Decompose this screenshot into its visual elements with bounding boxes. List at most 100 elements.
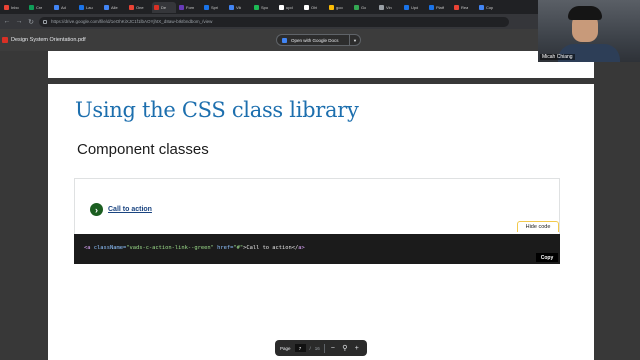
- tab-favicon-icon: [254, 4, 259, 10]
- code-open-tag: <a: [84, 245, 91, 251]
- reload-icon[interactable]: ↻: [27, 18, 35, 26]
- browser-tab[interactable]: Rea: [452, 2, 476, 13]
- tab-favicon-icon: [79, 4, 84, 10]
- tab-favicon-icon: [179, 4, 184, 10]
- pdf-file-name: Design System Orientation.pdf: [11, 37, 86, 43]
- copy-button[interactable]: Copy: [536, 253, 558, 262]
- section-heading: Component classes: [77, 141, 209, 158]
- tab-label: Go: [361, 4, 367, 10]
- browser-tab[interactable]: One: [127, 2, 151, 13]
- tab-label: Vin: [386, 4, 392, 10]
- tab-favicon-icon: [29, 4, 34, 10]
- chevron-down-icon[interactable]: ▼: [349, 35, 360, 45]
- tab-favicon-icon: [154, 4, 159, 10]
- call-to-action-label: Call to action: [108, 206, 152, 213]
- tab-label: Spo: [261, 4, 269, 10]
- tab-favicon-icon: [54, 4, 59, 10]
- code-class-attr: className=: [93, 245, 127, 251]
- tab-label: Spri: [211, 4, 219, 10]
- browser-tab[interactable]: goo: [327, 2, 351, 13]
- browser-tab[interactable]: Cre: [27, 2, 51, 13]
- page-title: Using the CSS class library: [75, 98, 359, 122]
- tab-favicon-icon: [379, 4, 384, 10]
- arrow-right-circle-icon: ›: [90, 203, 103, 216]
- total-pages: 16: [314, 345, 320, 351]
- tab-favicon-icon: [479, 4, 484, 10]
- browser-tab[interactable]: De: [152, 1, 176, 13]
- tab-label: Ad: [61, 4, 66, 10]
- previous-page: [48, 51, 594, 78]
- lock-icon: [43, 19, 47, 24]
- browser-tab[interactable]: Cop: [477, 2, 501, 13]
- zoom-out-icon[interactable]: −: [329, 345, 337, 352]
- browser-tab[interactable]: Inbo: [2, 2, 26, 13]
- open-with-google-docs-button[interactable]: Open with Google Docs ▼: [276, 34, 361, 46]
- browser-tab[interactable]: Lau: [77, 2, 101, 13]
- tab-label: Cop: [486, 4, 494, 10]
- call-to-action-link[interactable]: › Call to action: [90, 203, 152, 216]
- page-label: Page: [280, 345, 291, 351]
- divider: [323, 343, 325, 353]
- url-text: https://drive.google.com/file/d/1eOhKiXJ…: [51, 19, 213, 24]
- page-separator: /: [309, 345, 311, 351]
- tab-favicon-icon: [279, 4, 284, 10]
- browser-tab[interactable]: Vin: [377, 2, 401, 13]
- browser-tab[interactable]: Oht: [302, 2, 326, 13]
- pdf-page: Using the CSS class library Component cl…: [48, 84, 594, 360]
- tab-label: Inbo: [11, 4, 19, 10]
- tab-label: Cre: [36, 4, 43, 10]
- tab-favicon-icon: [204, 4, 209, 10]
- browser-tab[interactable]: Alle: [102, 2, 126, 13]
- tab-label: Vik: [236, 4, 242, 10]
- zoom-in-icon[interactable]: +: [353, 345, 361, 352]
- participant-hair: [568, 6, 602, 20]
- tab-label: Lau: [86, 4, 93, 10]
- browser-tab[interactable]: Spo: [252, 2, 276, 13]
- browser-tab[interactable]: upd: [277, 2, 301, 13]
- tab-label: One: [136, 4, 144, 10]
- browser-tab[interactable]: Forn: [177, 2, 201, 13]
- tab-list: Inbo Cre Ad Lau Alle One De Forn Spri Vik Spo upd Oh…: [2, 1, 501, 13]
- code-href-value: "#": [233, 245, 244, 251]
- back-icon[interactable]: ←: [3, 18, 11, 25]
- tab-favicon-icon: [454, 4, 459, 10]
- page-controls: Page 7 / 16 − ⚲ +: [275, 340, 367, 356]
- participant-name: Micah Chiang: [540, 54, 575, 60]
- tab-favicon-icon: [229, 4, 234, 10]
- tab-label: Platf: [436, 4, 445, 10]
- pdf-file-icon: [2, 37, 8, 43]
- tab-favicon-icon: [404, 4, 409, 10]
- tab-label: Oht: [311, 4, 318, 10]
- tab-favicon-icon: [129, 4, 134, 10]
- forward-icon[interactable]: →: [15, 18, 23, 25]
- browser-tab[interactable]: Platf: [427, 2, 451, 13]
- tab-label: Upd: [411, 4, 419, 10]
- tab-label: goo: [336, 4, 343, 10]
- google-docs-icon: [282, 37, 287, 43]
- browser-tab[interactable]: Go: [352, 2, 376, 13]
- component-example: › Call to action Hide code: [74, 178, 560, 234]
- code-close-tag: a>: [298, 245, 305, 251]
- browser-tab[interactable]: Spri: [202, 2, 226, 13]
- tab-favicon-icon: [4, 4, 9, 10]
- zoom-icon[interactable]: ⚲: [341, 344, 349, 352]
- browser-tab[interactable]: Upd: [402, 2, 426, 13]
- tab-label: Rea: [461, 4, 469, 10]
- browser-tab[interactable]: Ad: [52, 2, 76, 13]
- code-snippet: <a className="vads-c-action-link--green"…: [84, 245, 305, 251]
- code-href-attr: href=: [217, 245, 234, 251]
- tab-favicon-icon: [329, 4, 334, 10]
- code-text: >Call to action</: [243, 245, 299, 251]
- tab-label: Forn: [186, 4, 195, 10]
- tab-favicon-icon: [354, 4, 359, 10]
- address-bar[interactable]: https://drive.google.com/file/d/1eOhKiXJ…: [39, 16, 509, 27]
- tab-favicon-icon: [429, 4, 434, 10]
- tab-label: upd: [286, 4, 293, 10]
- hide-code-button[interactable]: Hide code: [517, 221, 559, 232]
- code-class-value: "vads-c-action-link--green": [126, 245, 214, 251]
- page-number-input[interactable]: 7: [294, 344, 306, 352]
- tab-favicon-icon: [104, 4, 109, 10]
- tab-label: De: [161, 4, 167, 10]
- browser-tab[interactable]: Vik: [227, 2, 251, 13]
- code-block: <a className="vads-c-action-link--green"…: [74, 234, 560, 264]
